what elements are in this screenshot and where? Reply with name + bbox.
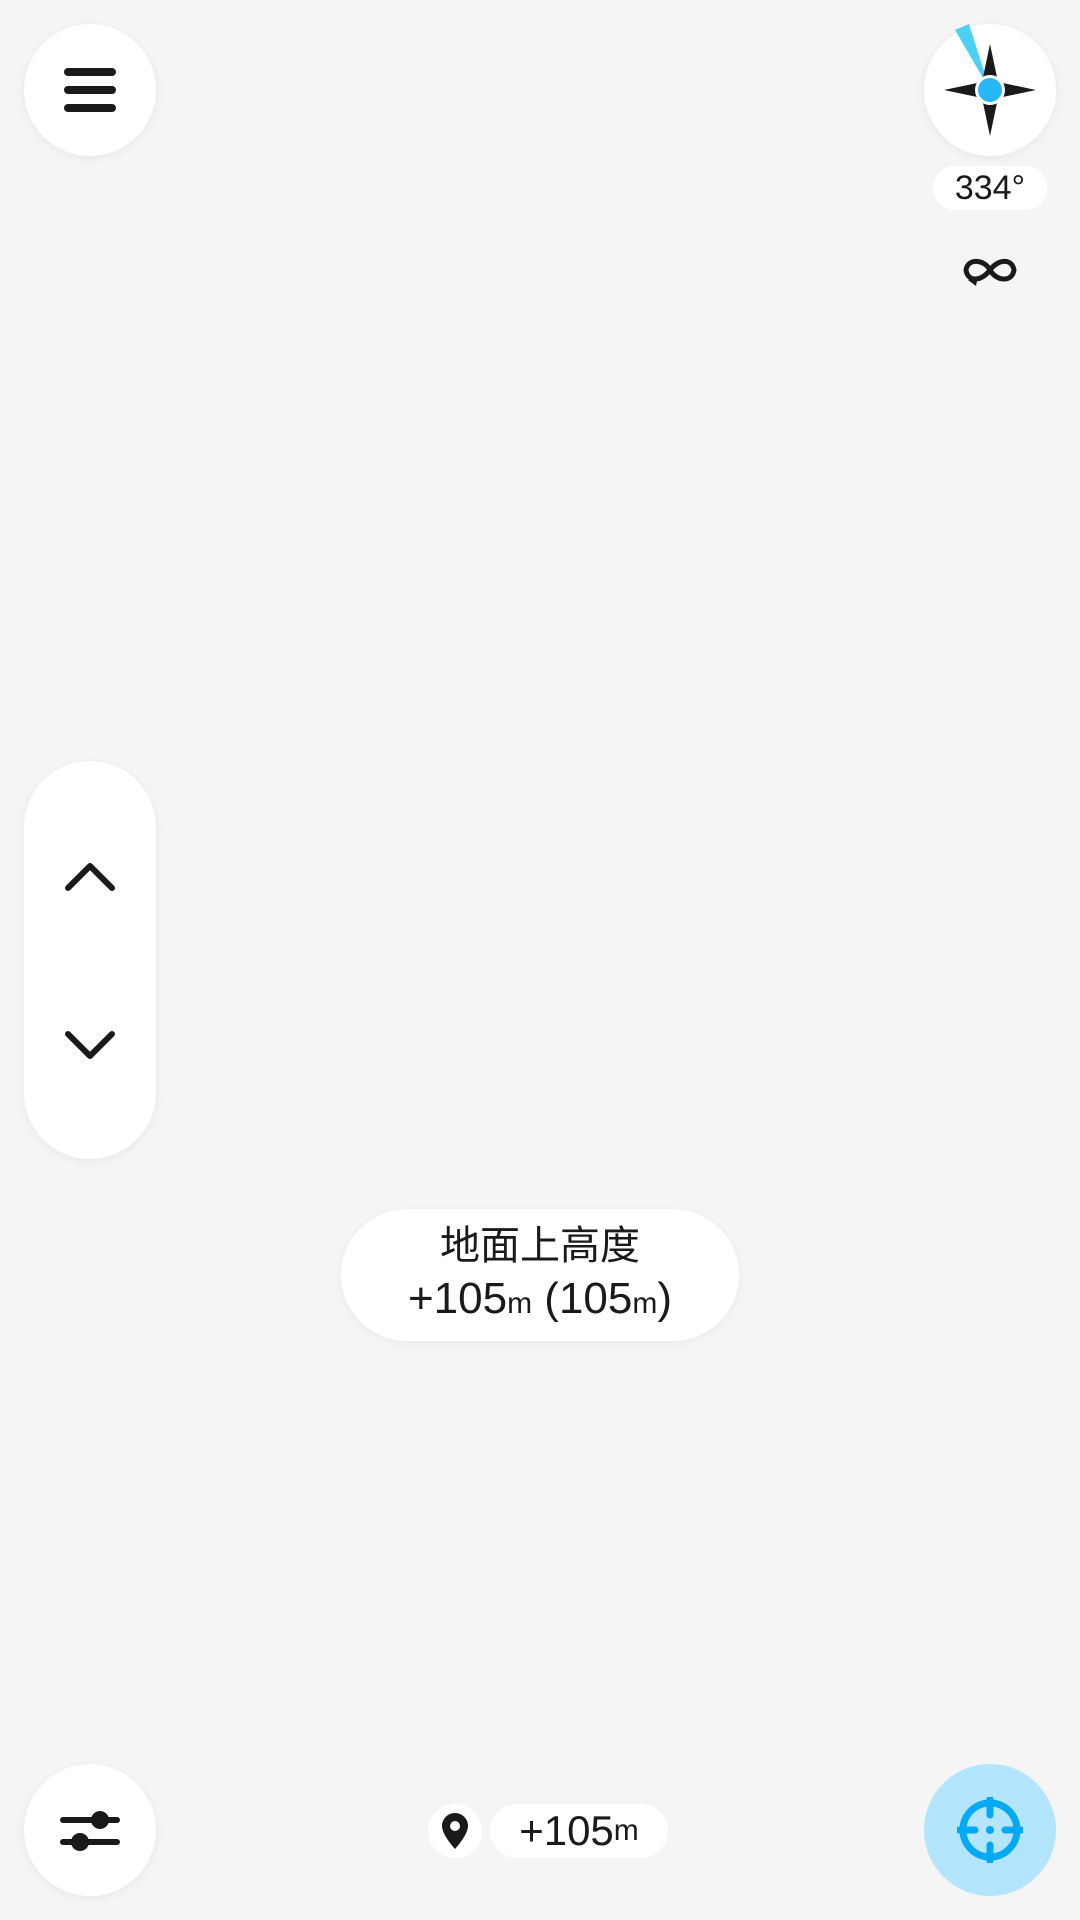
menu-button[interactable] xyxy=(24,24,156,156)
locate-me-button[interactable] xyxy=(924,1764,1056,1896)
altitude-paren-unit: m xyxy=(632,1286,658,1320)
hamburger-menu-icon xyxy=(64,68,116,112)
altitude-value: +105m (105m) xyxy=(408,1272,672,1331)
location-pin-chip[interactable] xyxy=(428,1804,482,1858)
heading-readout: 334° xyxy=(933,166,1047,210)
elevation-unit: m xyxy=(613,1814,639,1847)
altitude-value-number: +105 xyxy=(407,1273,508,1323)
altitude-title: 地面上高度 xyxy=(440,1222,640,1269)
elevation-value: +105 xyxy=(519,1807,614,1854)
settings-button[interactable] xyxy=(24,1764,156,1896)
infinity-loop-icon[interactable] xyxy=(960,250,1020,290)
altitude-paren-number: (105 xyxy=(532,1273,633,1323)
map-pin-icon xyxy=(442,1813,468,1849)
crosshair-icon xyxy=(957,1797,1023,1863)
compass-rose-icon xyxy=(944,24,1036,136)
sliders-icon xyxy=(60,1811,120,1851)
altitude-stepper xyxy=(24,761,156,1159)
altitude-up-button[interactable] xyxy=(24,811,156,941)
chevron-down-icon xyxy=(65,1031,115,1059)
altitude-above-ground-label: 地面上高度 +105m (105m) xyxy=(341,1209,739,1341)
chevron-up-icon xyxy=(65,863,115,891)
altitude-down-button[interactable] xyxy=(24,981,156,1111)
altitude-value-unit: m xyxy=(507,1286,533,1320)
compass-button[interactable] xyxy=(924,24,1056,156)
elevation-chip[interactable]: +105 m xyxy=(490,1804,668,1858)
altitude-paren-close: ) xyxy=(657,1273,673,1323)
